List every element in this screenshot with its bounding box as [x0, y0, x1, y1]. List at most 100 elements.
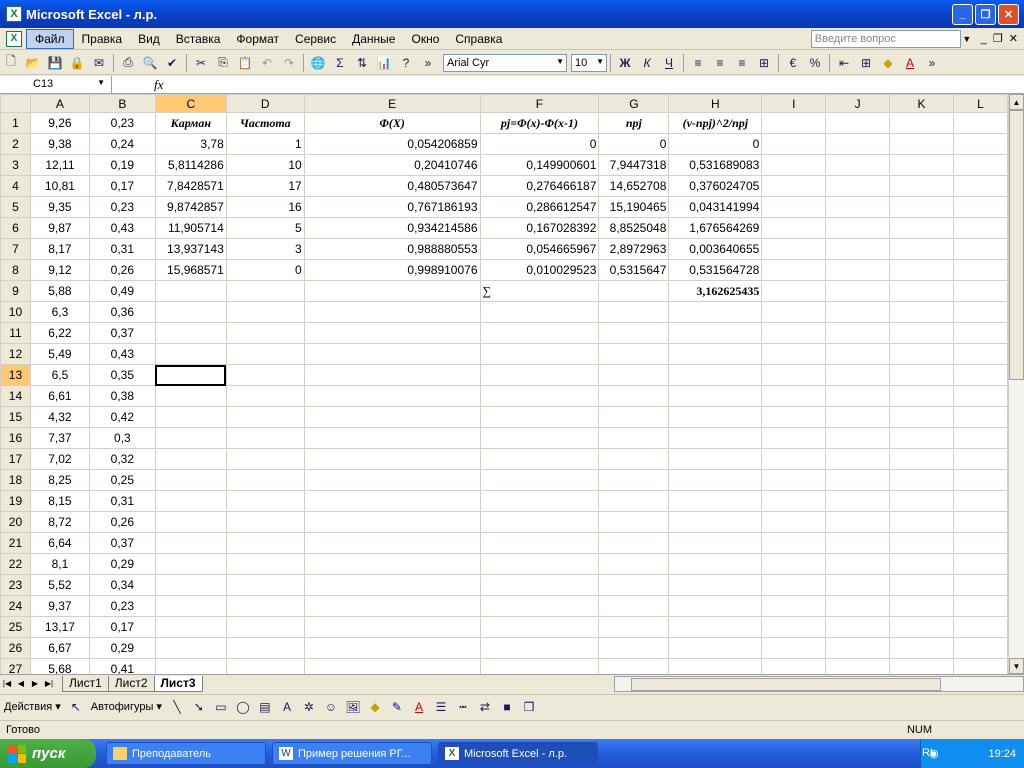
cell-c22[interactable] [154, 553, 227, 575]
actions-menu[interactable]: Действия ▾ [0, 700, 65, 713]
cell-k24[interactable] [889, 595, 954, 617]
chevron-down-icon[interactable]: ▼ [556, 57, 564, 66]
cell-f26[interactable] [479, 637, 600, 659]
align-left-icon[interactable]: ≡ [687, 53, 709, 73]
cell-a12[interactable]: 5,49 [29, 343, 90, 365]
cell-g5[interactable]: 15,190465 [598, 196, 670, 218]
cell-f15[interactable] [479, 406, 600, 428]
cell-l22[interactable] [952, 553, 1008, 575]
cell-g13[interactable] [598, 364, 670, 386]
cell-k11[interactable] [889, 322, 954, 344]
clock[interactable]: 19:24 [988, 748, 1016, 760]
cell-a21[interactable]: 6,64 [29, 532, 90, 554]
row-header[interactable]: 8 [0, 259, 31, 281]
cell-i13[interactable] [761, 364, 827, 386]
cell-d26[interactable] [225, 637, 305, 659]
cell-e12[interactable] [303, 343, 481, 365]
cell-h11[interactable] [668, 322, 763, 344]
dash-style-icon[interactable]: ┅ [452, 697, 474, 717]
cell-g6[interactable]: 8,8525048 [598, 217, 670, 239]
cell-l7[interactable] [952, 238, 1008, 260]
cell-b18[interactable]: 0,25 [88, 469, 156, 491]
cell-b20[interactable]: 0,26 [88, 511, 156, 533]
cell-c12[interactable] [154, 343, 227, 365]
cell-l13[interactable] [952, 364, 1008, 386]
row-header[interactable]: 21 [0, 532, 31, 554]
cell-k17[interactable] [889, 448, 954, 470]
start-button[interactable]: пуск [0, 739, 96, 768]
row-header[interactable]: 7 [0, 238, 31, 260]
cell-c9[interactable] [154, 280, 227, 302]
cell-d8[interactable]: 0 [225, 259, 305, 281]
row-header[interactable]: 10 [0, 301, 31, 323]
cell-l6[interactable] [952, 217, 1008, 239]
cell-d1[interactable]: Частота [225, 112, 305, 134]
cell-b15[interactable]: 0,42 [88, 406, 156, 428]
cell-f9[interactable]: ∑ [479, 280, 600, 302]
cell-b14[interactable]: 0,38 [88, 385, 156, 407]
cell-d7[interactable]: 3 [225, 238, 305, 260]
row-header[interactable]: 17 [0, 448, 31, 470]
cell-j3[interactable] [825, 154, 891, 176]
row-header[interactable]: 9 [0, 280, 31, 302]
cell-l3[interactable] [952, 154, 1008, 176]
cell-c13[interactable] [154, 364, 227, 386]
row-header[interactable]: 25 [0, 616, 31, 638]
cell-c14[interactable] [154, 385, 227, 407]
cell-b3[interactable]: 0,19 [88, 154, 156, 176]
cell-g26[interactable] [598, 637, 670, 659]
cell-a16[interactable]: 7,37 [29, 427, 90, 449]
cell-e1[interactable]: Φ(X) [303, 112, 481, 134]
cell-b17[interactable]: 0,32 [88, 448, 156, 470]
cell-b8[interactable]: 0,26 [88, 259, 156, 281]
cell-j13[interactable] [825, 364, 891, 386]
cell-e25[interactable] [303, 616, 481, 638]
autosum-icon[interactable]: Σ [329, 53, 351, 73]
line-style-icon[interactable]: ☰ [430, 697, 452, 717]
cell-e8[interactable]: 0,998910076 [303, 259, 481, 281]
language-indicator[interactable]: RL [922, 747, 936, 759]
cell-f4[interactable]: 0,276466187 [479, 175, 600, 197]
cell-f12[interactable] [479, 343, 600, 365]
cell-c19[interactable] [154, 490, 227, 512]
cell-j19[interactable] [825, 490, 891, 512]
vertical-scroll-thumb[interactable] [1009, 110, 1024, 380]
cell-i7[interactable] [761, 238, 827, 260]
cell-l5[interactable] [952, 196, 1008, 218]
cell-f11[interactable] [479, 322, 600, 344]
cell-f3[interactable]: 0,149900601 [479, 154, 600, 176]
cell-a20[interactable]: 8,72 [29, 511, 90, 533]
chevron-down-icon[interactable]: ▼ [596, 57, 604, 66]
cell-d27[interactable] [225, 658, 305, 674]
cell-h4[interactable]: 0,376024705 [668, 175, 763, 197]
cell-a17[interactable]: 7,02 [29, 448, 90, 470]
cell-e19[interactable] [303, 490, 481, 512]
cell-j22[interactable] [825, 553, 891, 575]
cell-g11[interactable] [598, 322, 670, 344]
cell-d25[interactable] [225, 616, 305, 638]
cell-j10[interactable] [825, 301, 891, 323]
cell-g7[interactable]: 2,8972963 [598, 238, 670, 260]
restore-button[interactable]: ❐ [975, 3, 996, 25]
cell-i19[interactable] [761, 490, 827, 512]
permission-icon[interactable]: 🔒 [66, 53, 88, 73]
cell-e24[interactable] [303, 595, 481, 617]
doc-minimize-button[interactable]: _ [981, 33, 987, 45]
select-pointer-icon[interactable]: ↖ [65, 697, 87, 717]
chevron-down-icon[interactable]: ▼ [961, 34, 973, 44]
cell-b25[interactable]: 0,17 [88, 616, 156, 638]
cell-j21[interactable] [825, 532, 891, 554]
autoshapes-menu[interactable]: Автофигуры ▾ [87, 700, 166, 713]
cell-j1[interactable] [825, 112, 891, 134]
cell-g9[interactable] [598, 280, 670, 302]
rectangle-icon[interactable]: ▭ [210, 697, 232, 717]
cell-c15[interactable] [154, 406, 227, 428]
scroll-up-icon[interactable]: ▲ [1009, 94, 1024, 110]
scroll-down-icon[interactable]: ▼ [1009, 658, 1024, 674]
cell-a19[interactable]: 8,15 [29, 490, 90, 512]
cell-j26[interactable] [825, 637, 891, 659]
row-header[interactable]: 6 [0, 217, 31, 239]
align-right-icon[interactable]: ≡ [731, 53, 753, 73]
cell-e27[interactable] [303, 658, 481, 674]
menu-tools[interactable]: Сервис [287, 30, 344, 48]
